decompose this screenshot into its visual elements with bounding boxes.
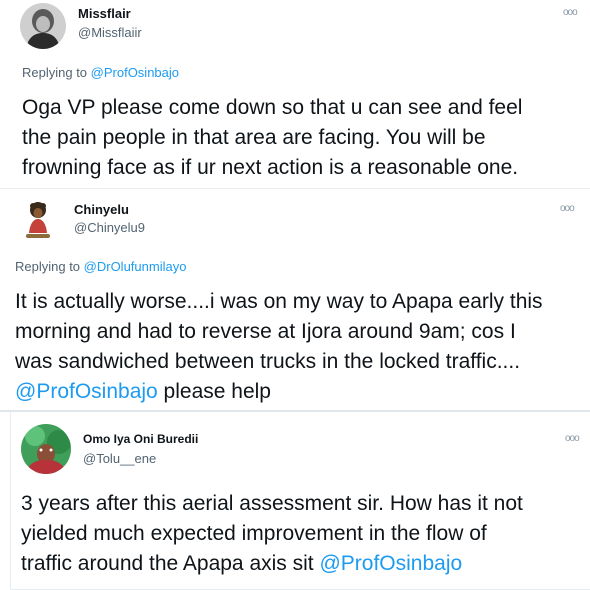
tweet-text: It is actually worse....i was on my way …	[15, 287, 585, 407]
more-options-icon[interactable]: ooo	[563, 8, 578, 18]
more-options-icon[interactable]: ooo	[560, 204, 575, 214]
tweet-text-line: @ProfOsinbajo please help	[15, 377, 585, 407]
tweet-chinyelu[interactable]: Chinyelu @Chinyelu9 ooo Replying to @DrO…	[0, 189, 590, 410]
tweet-omo-iya-oni-buredii[interactable]: Omo Iya Oni Buredii @Tolu__ene ooo 3 yea…	[10, 412, 590, 590]
tweet-missflair[interactable]: Missflair @Missflaiir ooo Replying to @P…	[0, 0, 590, 188]
replying-to: Replying to @ProfOsinbajo	[22, 65, 179, 80]
tweet-text-line: It is actually worse....i was on my way …	[15, 290, 543, 313]
tweet-text-line: frowning face as if ur next action is a …	[22, 156, 519, 179]
replying-to-mention[interactable]: @DrOlufunmilayo	[84, 259, 187, 274]
tweet-text-line: the pain people in that area are facing.…	[22, 126, 486, 149]
profile-photo-icon	[21, 424, 71, 474]
replying-to-label: Replying to	[22, 65, 91, 80]
profile-photo-icon	[20, 3, 66, 49]
tweet-text-tail: traffic around the Apapa axis sit	[21, 552, 320, 575]
user-handle[interactable]: @Chinyelu9	[74, 220, 145, 235]
tweet-text-line: yielded much expected improvement in the…	[21, 522, 487, 545]
avatar[interactable]	[21, 424, 71, 474]
tweet-text: 3 years after this aerial assessment sir…	[21, 489, 581, 579]
replying-to-mention[interactable]: @ProfOsinbajo	[91, 65, 179, 80]
avatar[interactable]	[20, 3, 66, 49]
tweet-text: Oga VP please come down so that u can se…	[22, 93, 582, 183]
tweet-text-line: was sandwiched between trucks in the loc…	[15, 350, 521, 373]
user-handle[interactable]: @Missflaiir	[78, 25, 142, 40]
tweet-text-line: Oga VP please come down so that u can se…	[22, 96, 523, 119]
tweet-text-line: 3 years after this aerial assessment sir…	[21, 492, 523, 515]
more-options-icon[interactable]: ooo	[565, 434, 580, 444]
mention-link[interactable]: @ProfOsinbajo	[15, 380, 158, 403]
mention-link[interactable]: @ProfOsinbajo	[319, 552, 462, 575]
display-name[interactable]: Omo Iya Oni Buredii	[83, 432, 198, 446]
user-handle[interactable]: @Tolu__ene	[83, 451, 156, 466]
replying-to-label: Replying to	[15, 259, 84, 274]
avatar[interactable]	[15, 197, 61, 243]
tweet-text-tail: please help	[157, 380, 271, 403]
display-name[interactable]: Missflair	[78, 6, 131, 21]
tweet-text-line: morning and had to reverse at Ijora arou…	[15, 320, 516, 343]
replying-to: Replying to @DrOlufunmilayo	[15, 259, 186, 274]
tweet-text-line: traffic around the Apapa axis sit @ProfO…	[21, 549, 581, 579]
profile-illustration-icon	[15, 197, 61, 243]
display-name[interactable]: Chinyelu	[74, 202, 129, 217]
